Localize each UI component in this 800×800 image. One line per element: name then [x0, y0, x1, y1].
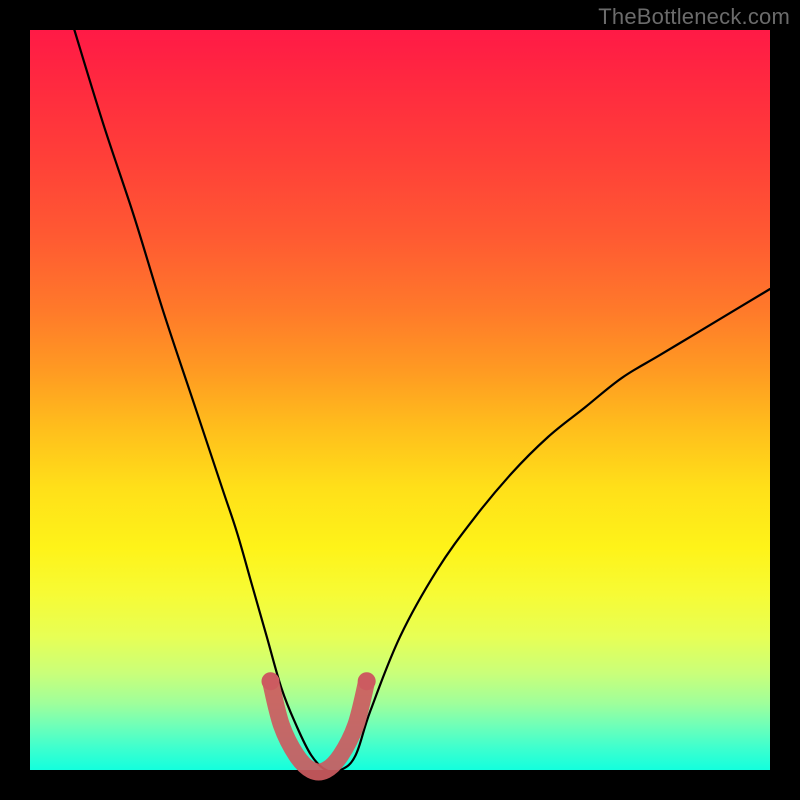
main-curve — [74, 30, 770, 772]
plot-area — [30, 30, 770, 770]
app-frame: TheBottleneck.com — [0, 0, 800, 800]
chart-svg — [30, 30, 770, 770]
marker-band — [271, 681, 367, 772]
marker-dot — [358, 672, 376, 690]
watermark-text: TheBottleneck.com — [598, 4, 790, 30]
marker-dot — [262, 672, 280, 690]
